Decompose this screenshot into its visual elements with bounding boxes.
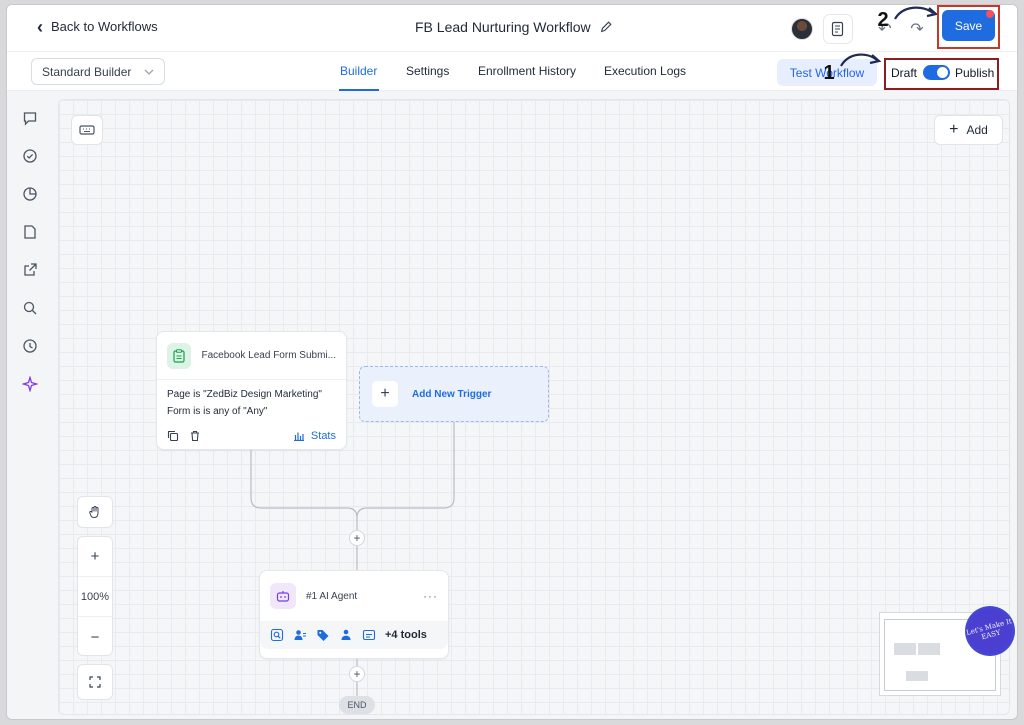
minimap-node: [918, 643, 940, 655]
more-tools-label[interactable]: +4 tools: [385, 629, 427, 641]
clipboard-icon: [167, 342, 192, 369]
fullscreen-icon: [89, 676, 101, 688]
arrow-annotation-icon: [840, 53, 882, 67]
trigger-header: Facebook Lead Form Submi...: [157, 332, 346, 380]
toggle-knob: [937, 67, 948, 78]
calendar-tool-icon: [362, 629, 376, 641]
back-to-workflows-link[interactable]: ‹ Back to Workflows: [37, 16, 158, 37]
builder-select-value: Standard Builder: [42, 64, 132, 79]
tab-builder[interactable]: Builder: [340, 64, 377, 78]
builder-select[interactable]: Standard Builder: [31, 58, 165, 85]
add-step-node[interactable]: +: [349, 530, 365, 546]
add-new-trigger-button[interactable]: + Add New Trigger: [359, 366, 549, 422]
app-window: ‹ Back to Workflows FB Lead Nurturing Wo…: [6, 4, 1018, 720]
tag-tool-icon: [317, 630, 329, 641]
pan-tool-button[interactable]: [77, 496, 113, 528]
pencil-icon[interactable]: [599, 20, 613, 34]
contact-tool-icon: [294, 630, 306, 640]
zoom-level: 100%: [78, 577, 112, 617]
pie-chart-icon[interactable]: [21, 185, 39, 203]
step-one-badge: 1: [819, 62, 839, 84]
top-header: ‹ Back to Workflows FB Lead Nurturing Wo…: [7, 5, 1017, 52]
tab-execution-logs[interactable]: Execution Logs: [604, 64, 686, 78]
search-icon[interactable]: [21, 299, 39, 317]
ai-agent-header: #1 AI Agent ···: [260, 571, 448, 621]
zoom-controls: + 100% −: [77, 536, 113, 656]
avatar[interactable]: [791, 18, 813, 40]
stats-label: Stats: [310, 430, 336, 442]
logo-text: Let's Make It EASY: [965, 617, 1013, 642]
robot-icon: [270, 583, 296, 609]
external-link-icon[interactable]: [21, 261, 39, 279]
tab-settings[interactable]: Settings: [406, 64, 449, 78]
trigger-title: Facebook Lead Form Submi...: [201, 350, 336, 361]
chevron-left-icon: ‹: [37, 16, 43, 37]
assign-user-tool-icon: [341, 629, 351, 640]
notes-button[interactable]: [823, 14, 853, 44]
ai-agent-card[interactable]: #1 AI Agent ··· +4 tools: [259, 570, 449, 659]
workflow-title-text: FB Lead Nurturing Workflow: [415, 19, 591, 35]
workflow-canvas[interactable]: + Add Facebook Lead Form Submi... Page i…: [58, 99, 1017, 715]
publish-label: Publish: [955, 66, 995, 80]
ai-agent-tools: +4 tools: [260, 621, 448, 649]
back-label: Back to Workflows: [51, 19, 158, 34]
trigger-conditions: Page is "ZedBiz Design Marketing" Form i…: [157, 380, 346, 426]
unsaved-indicator-dot: [986, 10, 994, 18]
workflow-title: FB Lead Nurturing Workflow: [415, 19, 613, 35]
bar-chart-icon: [293, 432, 304, 441]
ai-sparkle-icon[interactable]: [21, 375, 39, 393]
active-tab-indicator: [339, 89, 379, 91]
ai-agent-title: #1 AI Agent: [306, 590, 358, 602]
zoom-out-button[interactable]: −: [78, 617, 112, 657]
trigger-footer: Stats: [157, 423, 346, 449]
zoom-in-button[interactable]: +: [78, 537, 112, 577]
notes-icon: [831, 21, 844, 37]
sub-header: Standard Builder Builder Settings Enroll…: [7, 52, 1017, 91]
trigger-condition-page: Page is "ZedBiz Design Marketing": [167, 389, 322, 400]
check-circle-icon[interactable]: [21, 147, 39, 165]
more-options-icon[interactable]: ···: [423, 589, 438, 603]
comment-icon[interactable]: [21, 109, 39, 127]
tab-enrollment-history[interactable]: Enrollment History: [478, 64, 576, 78]
chevron-down-icon: [144, 69, 154, 75]
step-two-badge: 2: [873, 9, 893, 31]
minimap-node: [894, 643, 916, 655]
trigger-card[interactable]: Facebook Lead Form Submi... Page is "Zed…: [156, 331, 347, 450]
add-step-node[interactable]: +: [349, 666, 365, 682]
publish-toggle[interactable]: [923, 65, 950, 80]
arrow-annotation-icon: [894, 6, 939, 20]
left-rail: [7, 91, 55, 719]
history-icon[interactable]: [21, 337, 39, 355]
add-new-trigger-label: Add New Trigger: [412, 388, 492, 400]
plus-icon: +: [372, 381, 398, 407]
stats-link[interactable]: Stats: [293, 430, 336, 442]
trigger-condition-form: Form is is any of "Any": [167, 406, 268, 417]
search-tool-icon: [270, 628, 284, 642]
minimap-node: [906, 671, 928, 681]
end-node: END: [339, 696, 375, 714]
fit-view-button[interactable]: [77, 664, 113, 700]
copy-icon[interactable]: [167, 430, 179, 442]
trash-icon[interactable]: [189, 430, 201, 442]
draft-label: Draft: [891, 66, 918, 80]
hand-icon: [89, 506, 99, 519]
file-icon[interactable]: [21, 223, 39, 241]
